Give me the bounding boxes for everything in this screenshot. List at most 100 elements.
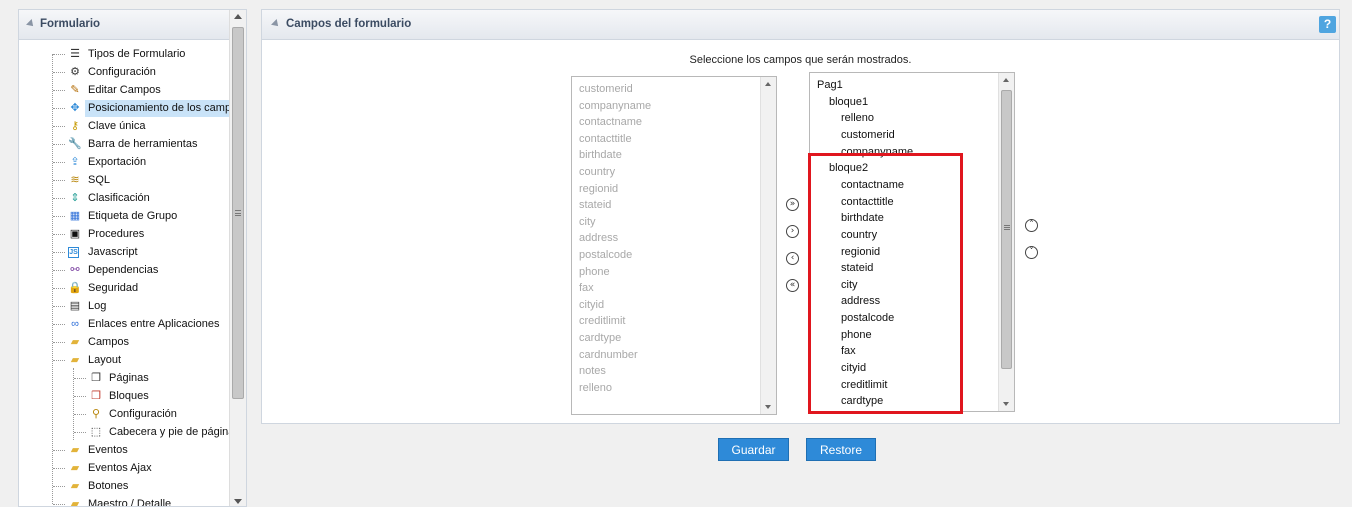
selected-fields-list[interactable]: cardtype creditlimit cityid fax phone postalc… [809,72,1015,412]
list-item[interactable]: cityid [579,297,604,313]
remove-all-button[interactable]: « [786,279,799,292]
sidebar-item-label: Layout [88,354,122,366]
sidebar-item-exportacion[interactable]: ⇪ Exportación [19,154,229,171]
field-node[interactable]: cityid [841,360,866,376]
collapse-icon[interactable] [26,19,36,29]
list-item[interactable]: city [579,214,596,230]
list-item[interactable]: fax [579,280,594,296]
sidebar-item-maestro-detalle[interactable]: ▰ Maestro / Detalle [19,496,229,507]
scroll-thumb[interactable] [232,27,244,399]
field-node[interactable]: creditlimit [841,377,887,393]
field-node[interactable]: companyname [841,144,913,160]
add-button[interactable]: › [786,225,799,238]
field-node[interactable]: city [841,277,858,293]
remove-button[interactable]: ‹ [786,252,799,265]
field-node[interactable]: phone [841,327,872,343]
list-item[interactable]: relleno [579,380,612,396]
sidebar-item-clasificacion[interactable]: ⇕ Clasificación [19,190,229,207]
sidebar-header[interactable]: Formulario [19,10,229,40]
field-node[interactable]: fax [841,343,856,359]
sidebar-item-procedures[interactable]: ▣ Procedures [19,226,229,243]
page-node[interactable]: Pag1 [817,77,843,93]
scroll-down-icon[interactable] [765,405,771,409]
move-down-button[interactable]: ˅ [1025,246,1038,259]
sidebar-item-label: Eventos [88,444,128,456]
field-node[interactable]: contactname [841,177,904,193]
list-item[interactable]: creditlimit [579,313,625,329]
save-button[interactable]: Guardar [718,438,789,461]
sidebar-item-layout[interactable]: ▰ Layout [19,352,229,369]
sidebar-item-posicionamiento-de-los-campos[interactable]: ✥ Posicionamiento de los campos [19,100,246,117]
sidebar-item-configuracion[interactable]: ⚲ Configuración [19,406,229,423]
scroll-thumb[interactable] [1001,90,1012,369]
sidebar-item-seguridad[interactable]: 🔒 Seguridad [19,280,229,297]
list-item[interactable]: contacttitle [579,131,632,147]
available-list-scrollbar[interactable] [760,77,776,414]
folder-icon: ▰ [70,353,80,366]
sidebar-item-campos[interactable]: ▰ Campos [19,334,229,351]
scroll-down-icon[interactable] [1003,402,1009,406]
scroll-up-icon[interactable] [234,14,242,19]
list-item[interactable]: birthdate [579,147,622,163]
blocks-icon: ❒ [91,389,101,402]
folder-icon: ▰ [70,497,80,507]
sidebar-item-label: Clasificación [88,192,150,204]
help-button[interactable]: ? [1319,16,1336,33]
sidebar-item-eventos-ajax[interactable]: ▰ Eventos Ajax [19,460,229,477]
field-node[interactable]: customerid [841,127,895,143]
add-all-button[interactable]: » [786,198,799,211]
list-item[interactable]: companyname [579,98,651,114]
sidebar-item-editar-campos[interactable]: ✎ Editar Campos [19,82,229,99]
scroll-down-icon[interactable] [234,499,242,504]
restore-button[interactable]: Restore [806,438,876,461]
list-item[interactable]: notes [579,363,606,379]
list-item[interactable]: postalcode [579,247,632,263]
list-item[interactable]: phone [579,264,610,280]
sidebar-item-eventos[interactable]: ▰ Eventos [19,442,229,459]
field-node[interactable]: regionid [841,244,880,260]
collapse-icon[interactable] [271,19,281,29]
sidebar-item-clave-unica[interactable]: ⚷ Clave única [19,118,229,135]
sidebar-item-bloques[interactable]: ❒ Bloques [19,388,229,405]
list-item[interactable]: cardnumber [579,347,638,363]
sidebar-item-log[interactable]: ▤ Log [19,298,229,315]
field-node[interactable]: birthdate [841,210,884,226]
list-item[interactable]: regionid [579,181,618,197]
block-node[interactable]: bloque1 [829,94,868,110]
sidebar-item-dependencias[interactable]: ⚯ Dependencias [19,262,229,279]
list-item[interactable]: country [579,164,615,180]
available-fields-list[interactable]: customerid companyname contactname contactt… [571,76,777,415]
sidebar-item-javascript[interactable]: JS Javascript [19,244,229,261]
sidebar-item-tipos-de-formulario[interactable]: ☰ Tipos de Formulario [19,46,229,63]
sidebar-item-barra-de-herramientas[interactable]: 🔧 Barra de herramientas [19,136,229,153]
field-node[interactable]: relleno [841,110,874,126]
app-tree: ☰ Tipos de Formulario ⚙ Configuración ✎ Edita… [19,40,246,507]
list-item[interactable]: stateid [579,197,611,213]
field-node[interactable]: country [841,227,877,243]
list-item[interactable]: address [579,230,618,246]
scroll-up-icon[interactable] [1003,78,1009,82]
sidebar-item-sql[interactable]: ≋ SQL [19,172,229,189]
selected-list-scrollbar[interactable] [998,73,1014,411]
field-node[interactable]: cardtype [841,393,883,409]
block-node[interactable]: bloque2 [829,160,868,176]
sidebar-item-paginas[interactable]: ❐ Páginas [19,370,229,387]
tree-connector [74,432,86,433]
move-up-button[interactable]: ˄ [1025,219,1038,232]
field-node[interactable]: contacttitle [841,194,894,210]
sidebar-item-configuracion[interactable]: ⚙ Configuración [19,64,229,81]
field-node[interactable]: address [841,293,880,309]
list-item[interactable]: contactname [579,114,642,130]
sidebar-item-botones[interactable]: ▰ Botones [19,478,229,495]
sidebar-scrollbar[interactable] [229,10,246,506]
sidebar-item-etiqueta-de-grupo[interactable]: ▦ Etiqueta de Grupo [19,208,229,225]
tree-connector [53,234,65,235]
scroll-up-icon[interactable] [765,82,771,86]
list-item[interactable]: cardtype [579,330,621,346]
sidebar-item-enlaces-entre-aplicaciones[interactable]: ∞ Enlaces entre Aplicaciones [19,316,229,333]
sidebar-item-cabecera-y-pie-de-pagina[interactable]: ⬚ Cabecera y pie de página [19,424,234,441]
tree-connector [53,216,65,217]
field-node[interactable]: postalcode [841,310,894,326]
field-node[interactable]: stateid [841,260,873,276]
list-item[interactable]: customerid [579,81,633,97]
